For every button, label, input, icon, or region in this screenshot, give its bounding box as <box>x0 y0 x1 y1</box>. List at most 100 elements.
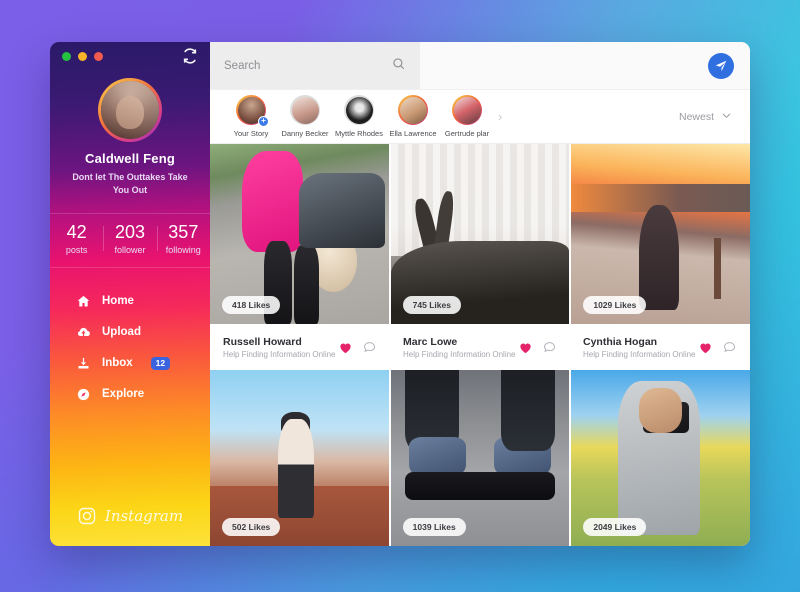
post-actions <box>518 340 557 355</box>
post-meta: Russell Howard Help Finding Information … <box>210 324 390 370</box>
post-caption: Help Finding Information Online <box>403 349 516 359</box>
feed-row-1-images: 418 Likes 745 Likes 1029 Likes <box>210 144 750 324</box>
main-content: + Your Story Danny Becker Myttle Rhodes <box>210 42 750 546</box>
story-label: Ella Lawrence <box>389 129 437 138</box>
story-item-danny-becker[interactable]: Danny Becker <box>278 95 332 138</box>
like-count-badge: 1029 Likes <box>583 296 647 314</box>
like-count-badge: 418 Likes <box>222 296 281 314</box>
brand: Instagram <box>50 506 210 526</box>
sidebar-item-label: Home <box>102 295 134 308</box>
story-avatar <box>345 96 373 124</box>
inbox-download-icon <box>76 356 91 371</box>
home-icon <box>76 294 91 309</box>
avatar <box>101 81 159 139</box>
post-meta: Marc Lowe Help Finding Information Onlin… <box>390 324 570 370</box>
story-avatar <box>291 96 319 124</box>
like-count-badge: 502 Likes <box>222 518 281 536</box>
like-heart-icon[interactable] <box>698 340 713 355</box>
stat-follower[interactable]: 203 follower <box>103 222 156 255</box>
like-count-badge: 1039 Likes <box>402 518 466 536</box>
sidebar-item-label: Upload <box>102 326 141 339</box>
post-card[interactable]: 418 Likes <box>210 144 391 324</box>
sidebar-item-upload[interactable]: Upload <box>50 317 210 348</box>
window-controls[interactable] <box>62 51 103 61</box>
post-meta: Cynthia Hogan Help Finding Information O… <box>570 324 750 370</box>
search-icon[interactable] <box>391 56 406 76</box>
app-window: Caldwell Feng Dont let The Outtakes Take… <box>50 42 750 546</box>
post-card[interactable]: 2049 Likes <box>571 370 750 546</box>
story-label: Your Story <box>233 129 269 138</box>
post-author: Russell Howard <box>223 335 302 348</box>
profile-bio: Dont let The Outtakes Take You Out <box>72 172 188 196</box>
comment-bubble-icon[interactable] <box>542 340 557 355</box>
story-item-your-story[interactable]: + Your Story <box>224 95 278 138</box>
story-ring: + <box>236 95 269 127</box>
story-ring <box>290 95 320 125</box>
stat-value: 203 <box>114 222 146 243</box>
post-caption: Help Finding Information Online <box>223 349 336 359</box>
topbar <box>210 42 750 90</box>
story-item-gertrude-plar[interactable]: Gertrude plar <box>440 95 494 138</box>
feed: 418 Likes 745 Likes 1029 Likes Russell H… <box>210 144 750 546</box>
story-ring <box>344 95 374 125</box>
stat-following[interactable]: 357 following <box>156 222 210 255</box>
sidebar-nav: Home Upload Inbox 12 Explore <box>50 286 210 410</box>
story-avatar <box>399 96 427 124</box>
comment-bubble-icon[interactable] <box>362 340 377 355</box>
search-bar[interactable] <box>210 42 420 89</box>
feed-row-1-meta: Russell Howard Help Finding Information … <box>210 324 750 370</box>
post-author: Cynthia Hogan <box>583 335 658 348</box>
sidebar-item-explore[interactable]: Explore <box>50 379 210 410</box>
feed-row-2-images: 502 Likes 1039 Likes 2049 Likes <box>210 370 750 546</box>
minimize-button[interactable] <box>78 51 87 61</box>
story-label: Gertrude plar <box>444 129 490 138</box>
sidebar-item-inbox[interactable]: Inbox 12 <box>50 348 210 379</box>
stat-value: 42 <box>66 222 87 243</box>
add-story-plus-icon[interactable]: + <box>258 116 269 127</box>
like-heart-icon[interactable] <box>338 340 353 355</box>
topbar-actions <box>420 42 750 89</box>
story-label: Myttle Rhodes <box>335 129 383 138</box>
post-actions <box>338 340 377 355</box>
story-ring <box>452 95 482 125</box>
story-label: Danny Becker <box>281 129 329 138</box>
post-card[interactable]: 1029 Likes <box>571 144 750 324</box>
story-item-ella-lawrence[interactable]: Ella Lawrence <box>386 95 440 138</box>
story-ring <box>398 95 428 125</box>
profile-avatar-ring[interactable] <box>98 78 162 142</box>
sidebar-item-label: Explore <box>102 388 145 401</box>
post-card[interactable]: 1039 Likes <box>390 370 572 546</box>
profile-name: Caldwell Feng <box>84 151 175 166</box>
post-card[interactable]: 745 Likes <box>390 144 572 324</box>
sort-label: Newest <box>678 110 714 123</box>
stat-label: posts <box>65 244 88 255</box>
story-item-myttle-rhodes[interactable]: Myttle Rhodes <box>332 95 386 138</box>
story-avatar <box>453 96 481 124</box>
refresh-icon[interactable] <box>182 48 198 64</box>
stat-label: following <box>165 244 201 255</box>
like-count-badge: 745 Likes <box>402 296 461 314</box>
inbox-badge: 12 <box>150 356 171 370</box>
sidebar-item-home[interactable]: Home <box>50 286 210 317</box>
stories-bar: + Your Story Danny Becker Myttle Rhodes <box>210 90 750 144</box>
sidebar: Caldwell Feng Dont let The Outtakes Take… <box>50 42 210 546</box>
like-count-badge: 2049 Likes <box>583 518 647 536</box>
like-heart-icon[interactable] <box>518 340 533 355</box>
sort-dropdown[interactable]: Newest <box>679 110 736 124</box>
profile-stats: 42 posts 203 follower 357 following <box>50 213 210 268</box>
stat-posts[interactable]: 42 posts <box>50 222 103 255</box>
comment-bubble-icon[interactable] <box>722 340 737 355</box>
chevron-right-icon[interactable]: › <box>498 109 502 124</box>
post-card[interactable]: 502 Likes <box>210 370 391 546</box>
stat-value: 357 <box>168 222 199 243</box>
send-paper-plane-icon[interactable] <box>708 52 734 79</box>
maximize-button[interactable] <box>62 51 71 61</box>
close-button[interactable] <box>94 51 103 61</box>
post-caption: Help Finding Information Online <box>583 349 696 359</box>
chevron-down-icon <box>721 110 732 124</box>
compass-icon <box>76 387 91 402</box>
stat-label: follower <box>114 244 146 255</box>
post-actions <box>698 340 737 355</box>
search-input[interactable] <box>224 59 383 72</box>
instagram-icon <box>77 506 97 526</box>
